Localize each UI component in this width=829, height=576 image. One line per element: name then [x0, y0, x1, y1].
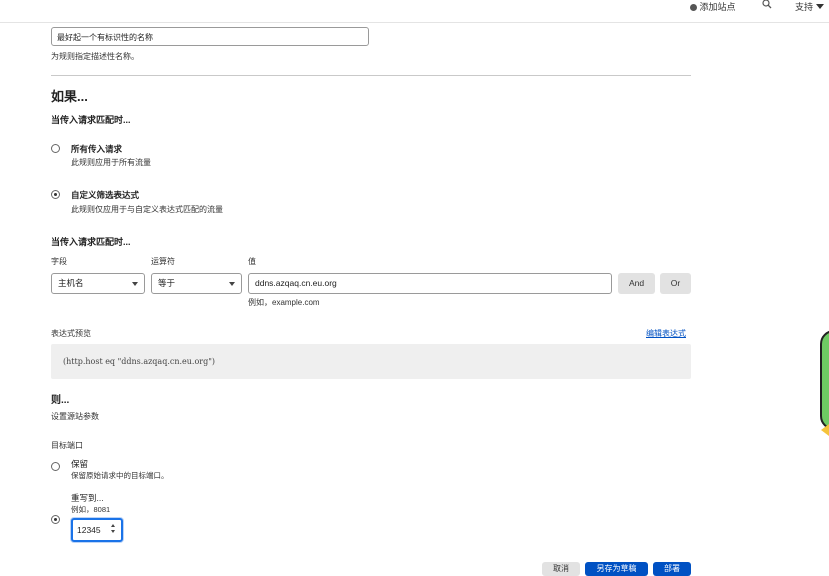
preserve-desc: 保留原始请求中的目标端口。	[71, 471, 169, 480]
port-value: 12345	[77, 525, 101, 535]
radio-rewrite[interactable]	[51, 515, 60, 524]
dot-icon	[690, 4, 697, 11]
destination-port-label: 目标端口	[51, 441, 83, 450]
or-button[interactable]: Or	[660, 273, 691, 294]
support-label: 支持	[795, 2, 814, 12]
edit-expression-link[interactable]: 编辑表达式	[646, 328, 686, 339]
then-heading: 则...	[51, 395, 70, 406]
section-divider	[51, 75, 691, 76]
add-site-link[interactable]: 添加站点	[690, 0, 736, 13]
value-input[interactable]: ddns.azqaq.cn.eu.org	[248, 273, 612, 294]
option-all-title: 所有传入请求	[71, 144, 123, 154]
value-example: 例如，example.com	[248, 298, 320, 307]
mascot-illustration	[820, 330, 829, 430]
rewrite-example: 例如，8081	[71, 505, 111, 514]
when-label: 当传入请求匹配时...	[51, 115, 131, 125]
operator-select[interactable]: 等于	[151, 273, 242, 294]
option-custom-desc: 此规则仅应用于与自定义表达式匹配的流量	[71, 205, 223, 214]
option-custom-title: 自定义筛选表达式	[71, 190, 140, 200]
set-origin-label: 设置源站参数	[51, 412, 99, 421]
add-site-label: 添加站点	[699, 2, 736, 12]
field-select-value: 主机名	[58, 278, 84, 288]
value-label: 值	[248, 257, 256, 266]
radio-custom-expression[interactable]	[51, 190, 60, 199]
if-heading: 如果...	[51, 89, 88, 104]
rule-name-input[interactable]: 最好起一个有标识性的名称	[51, 27, 369, 46]
search-icon[interactable]	[762, 0, 772, 11]
mascot-tip	[821, 424, 829, 436]
option-all-desc: 此规则应用于所有流量	[71, 158, 151, 167]
caret-down-icon	[815, 4, 824, 9]
port-stepper[interactable]: 12345	[71, 518, 123, 542]
caret-down-icon	[132, 282, 138, 286]
caret-down-icon	[229, 282, 235, 286]
and-button[interactable]: And	[618, 273, 655, 294]
field-select[interactable]: 主机名	[51, 273, 145, 294]
radio-preserve[interactable]	[51, 462, 60, 471]
expression-preview-code: (http.host eq "ddns.azqaq.cn.eu.org")	[63, 357, 216, 366]
save-draft-button[interactable]: 另存为草稿	[585, 562, 648, 576]
when-label-2: 当传入请求匹配时...	[51, 237, 131, 247]
rule-name-help: 为规则指定描述性名称。	[51, 52, 139, 61]
operator-select-value: 等于	[158, 278, 176, 288]
support-menu[interactable]: 支持	[795, 0, 824, 13]
operator-label: 运算符	[151, 257, 175, 266]
field-label: 字段	[51, 257, 67, 266]
top-bar: 添加站点 支持	[0, 0, 829, 23]
radio-all-requests[interactable]	[51, 144, 60, 153]
cancel-button[interactable]: 取消	[542, 562, 580, 576]
rewrite-title: 重写到...	[71, 493, 104, 503]
preserve-title: 保留	[71, 459, 89, 469]
deploy-button[interactable]: 部署	[653, 562, 691, 576]
spin-arrows-icon[interactable]	[111, 524, 116, 536]
preview-label: 表达式预览	[51, 329, 91, 338]
